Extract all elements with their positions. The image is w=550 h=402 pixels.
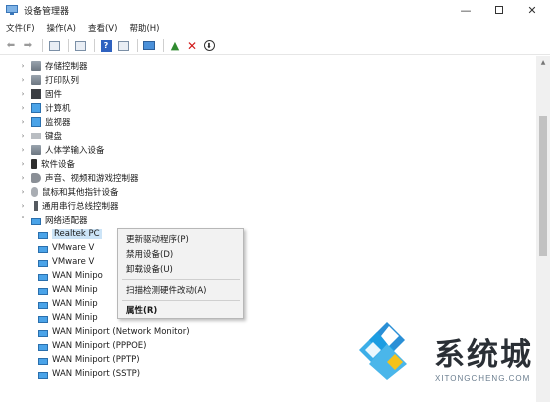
context-menu: 更新驱动程序(P) 禁用设备(D) 卸载设备(U) 扫描检测硬件改动(A) 属性… (117, 228, 244, 319)
menu-item-update-driver[interactable]: 更新驱动程序(P) (126, 232, 189, 246)
network-adapter-icon (38, 245, 48, 253)
network-adapter-icon (38, 343, 48, 351)
watermark: 系统城 XITONGCHENG.COM (355, 318, 550, 402)
expand-arrow-icon[interactable]: › (18, 202, 28, 210)
forward-icon[interactable]: ➡ (21, 39, 35, 53)
monitor-icon (31, 117, 41, 127)
toolbar: ⬅ ➡ ? ▲ ✕ ⬇ (0, 37, 550, 55)
expand-arrow-icon[interactable]: › (18, 132, 28, 140)
maximize-button[interactable] (484, 0, 514, 20)
window-title: 设备管理器 (24, 6, 70, 17)
firmware-icon (31, 89, 41, 99)
list-icon[interactable] (116, 39, 130, 53)
network-adapter-icon (38, 371, 48, 379)
device-manager-icon (6, 4, 18, 16)
menu-divider (122, 300, 240, 301)
tree-item-mice[interactable]: › 鼠标和其他指针设备 (18, 185, 119, 199)
network-adapter-icon (38, 259, 48, 267)
tree-item-keyboard[interactable]: › 键盘 (18, 129, 62, 143)
tree-item-software-devices[interactable]: › 软件设备 (18, 157, 75, 171)
tree-item-computer[interactable]: › 计算机 (18, 101, 71, 115)
usb-icon (34, 201, 38, 211)
scroll-thumb[interactable] (539, 116, 547, 256)
scroll-up-icon[interactable]: ▲ (539, 59, 547, 66)
watermark-text-en: XITONGCHENG.COM (435, 374, 531, 383)
maximize-icon (495, 6, 503, 14)
collapse-arrow-icon[interactable]: ˅ (18, 216, 28, 224)
expand-arrow-icon[interactable]: › (18, 146, 28, 154)
watermark-logo-icon (359, 322, 407, 380)
download-icon[interactable]: ⬇ (202, 39, 216, 53)
back-icon[interactable]: ⬅ (4, 39, 18, 53)
toolbar-divider (137, 39, 138, 52)
menu-help[interactable]: 帮助(H) (123, 22, 165, 34)
tree-item-adapter[interactable]: WAN Minipo (36, 269, 103, 283)
tree-item-adapter[interactable]: WAN Minip (36, 311, 98, 325)
tree-item-adapter[interactable]: WAN Miniport (PPPOE) (36, 339, 146, 353)
toolbar-divider (42, 39, 43, 52)
expand-arrow-icon[interactable]: › (18, 160, 28, 168)
network-adapter-icon (31, 217, 41, 225)
menu-item-scan-hardware[interactable]: 扫描检测硬件改动(A) (126, 283, 206, 297)
tree-item-sound-video[interactable]: › 声音、视频和游戏控制器 (18, 171, 139, 185)
tree-item-usb[interactable]: › 通用串行总线控制器 (18, 199, 119, 213)
menu-item-uninstall-device[interactable]: 卸载设备(U) (126, 262, 173, 276)
network-adapter-icon (38, 315, 48, 323)
mouse-icon (31, 187, 38, 197)
tree-item-monitors[interactable]: › 监视器 (18, 115, 71, 129)
toolbar-divider (163, 39, 164, 52)
tree-item-adapter[interactable]: Realtek PC (36, 227, 102, 241)
scan-icon[interactable] (73, 39, 87, 53)
expand-arrow-icon[interactable]: › (18, 62, 28, 70)
network-adapter-icon (38, 231, 48, 239)
expand-arrow-icon[interactable]: › (18, 90, 28, 98)
network-adapter-icon (38, 273, 48, 281)
toolbar-divider (94, 39, 95, 52)
menu-item-disable-device[interactable]: 禁用设备(D) (126, 247, 173, 261)
tree-item-adapter[interactable]: WAN Miniport (PPTP) (36, 353, 140, 367)
tree-item-adapter[interactable]: WAN Minip (36, 297, 98, 311)
tree-item-storage[interactable]: › 存储控制器 (18, 59, 88, 73)
printer-icon (31, 75, 41, 85)
network-adapter-icon (38, 301, 48, 309)
menu-file[interactable]: 文件(F) (0, 22, 41, 34)
speaker-icon (31, 173, 41, 183)
tree-item-adapter[interactable]: VMware V (36, 241, 94, 255)
expand-arrow-icon[interactable]: › (18, 188, 28, 196)
tree-item-adapter[interactable]: WAN Miniport (SSTP) (36, 367, 140, 381)
expand-arrow-icon[interactable]: › (18, 174, 28, 182)
watermark-text-cn: 系统城 (434, 337, 533, 373)
tree-item-adapter[interactable]: WAN Miniport (Network Monitor) (36, 325, 190, 339)
storage-icon (31, 61, 41, 71)
tree-item-adapter[interactable]: VMware V (36, 255, 94, 269)
tree-item-print-queue[interactable]: › 打印队列 (18, 73, 79, 87)
menu-item-properties[interactable]: 属性(R) (126, 303, 157, 317)
help-icon[interactable]: ? (99, 39, 113, 53)
computer-icon (31, 103, 41, 113)
tree-item-adapter[interactable]: WAN Minip (36, 283, 98, 297)
tree-item-firmware[interactable]: › 固件 (18, 87, 62, 101)
tree-item-hid[interactable]: › 人体学输入设备 (18, 143, 105, 157)
uninstall-icon[interactable]: ✕ (185, 39, 199, 53)
software-device-icon (31, 159, 37, 169)
expand-arrow-icon[interactable]: › (18, 104, 28, 112)
properties-icon[interactable] (47, 39, 61, 53)
menu-divider (122, 279, 240, 280)
update-driver-icon[interactable]: ▲ (168, 39, 182, 53)
minimize-button[interactable]: — (451, 0, 481, 20)
close-button[interactable]: ✕ (517, 0, 547, 20)
tree-item-network-adapters[interactable]: ˅ 网络适配器 (18, 213, 87, 227)
network-adapter-icon (38, 287, 48, 295)
menu-view[interactable]: 查看(V) (82, 22, 123, 34)
keyboard-icon (31, 133, 41, 139)
network-adapter-icon (38, 329, 48, 337)
menu-bar: 文件(F) 操作(A) 查看(V) 帮助(H) (0, 20, 550, 36)
toolbar-divider (68, 39, 69, 52)
menu-action[interactable]: 操作(A) (41, 22, 82, 34)
expand-arrow-icon[interactable]: › (18, 76, 28, 84)
hid-icon (31, 145, 41, 155)
expand-arrow-icon[interactable]: › (18, 118, 28, 126)
network-adapter-icon (38, 357, 48, 365)
monitor-icon[interactable] (142, 39, 156, 53)
